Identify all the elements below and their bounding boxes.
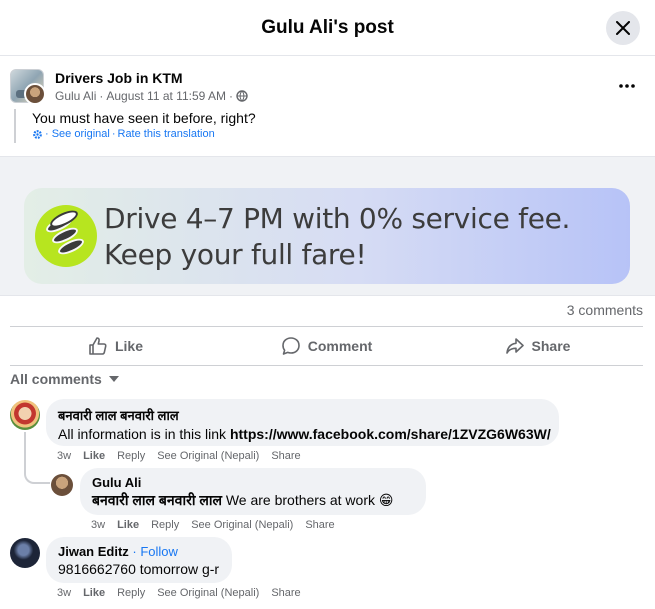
reply-reply-button[interactable]: Reply <box>151 519 179 531</box>
comment-bubble: Jiwan Editz · Follow 9816662760 tomorrow… <box>46 537 232 583</box>
post-media[interactable]: Drive 4–7 PM with 0% service fee. Keep y… <box>0 156 655 296</box>
like-button[interactable]: Like <box>10 327 221 365</box>
comment-bubble: बनवारी लाल बनवारी लाल All information is… <box>46 399 559 446</box>
comment-author[interactable]: बनवारी लाल बनवारी लाल <box>58 406 547 424</box>
share-icon <box>505 338 524 354</box>
commenter-avatar[interactable] <box>10 538 40 568</box>
comment-time[interactable]: 3w <box>57 587 71 599</box>
promo-headline: Drive 4–7 PM with 0% service fee. <box>104 202 571 235</box>
comment-text: All information is in this link https://… <box>58 425 551 444</box>
comment-reply-button[interactable]: Reply <box>117 450 145 462</box>
globe-icon <box>236 90 248 102</box>
reply-text: बनवारी लाल बनवारी लाल We are brothers at… <box>92 491 414 510</box>
close-icon <box>616 21 630 35</box>
see-original-link[interactable]: · See original <box>45 128 110 140</box>
comment-body: All information is in this link <box>58 426 230 442</box>
post-more-button[interactable] <box>615 74 639 98</box>
action-bar: Like Comment Share <box>10 326 643 366</box>
commenter-avatar[interactable] <box>10 400 40 430</box>
share-button[interactable]: Share <box>432 327 643 365</box>
comment-see-original-link[interactable]: See Original (Nepali) <box>157 587 259 599</box>
reply-actions: 3w Like Reply See Original (Nepali) Shar… <box>91 519 335 531</box>
reply-author[interactable]: Gulu Ali <box>92 475 414 490</box>
like-label: Like <box>114 338 143 354</box>
post-text: You must have seen it before, right? <box>32 110 256 126</box>
share-label: Share <box>531 338 571 354</box>
close-button[interactable] <box>606 11 640 45</box>
reply-time[interactable]: 3w <box>91 519 105 531</box>
caret-down-icon <box>108 376 119 382</box>
comment-time[interactable]: 3w <box>57 450 71 462</box>
meta-separator: · <box>229 89 233 103</box>
dialog-title: Gulu Ali's post <box>261 17 394 38</box>
promo-card: Drive 4–7 PM with 0% service fee. Keep y… <box>24 188 630 284</box>
comment-actions: 3w Like Reply See Original (Nepali) Shar… <box>57 450 301 462</box>
reply-share-button[interactable]: Share <box>305 519 334 531</box>
author-name[interactable]: Gulu Ali <box>55 89 96 103</box>
comment-filter-label: All comments <box>10 371 102 387</box>
comment-reply-button[interactable]: Reply <box>117 587 145 599</box>
thumbs-up-icon <box>89 337 107 355</box>
post-header: Drivers Job in KTM Gulu Ali · August 11 … <box>10 67 650 107</box>
comments-count[interactable]: 3 comments <box>567 302 643 318</box>
coins-icon <box>35 205 97 267</box>
reply-mention[interactable]: बनवारी लाल बनवारी लाल <box>92 492 222 508</box>
comment-actions: 3w Like Reply See Original (Nepali) Shar… <box>57 587 301 599</box>
comment-author[interactable]: Jiwan Editz <box>58 544 129 559</box>
more-icon <box>619 84 635 88</box>
comment-author-line: Jiwan Editz · Follow <box>58 544 220 559</box>
page-name[interactable]: Drivers Job in KTM <box>55 70 183 86</box>
post-body: You must have seen it before, right? · S… <box>14 109 634 143</box>
promo-subline: Keep your full fare! <box>104 238 367 271</box>
reply-body: We are brothers at work 😁 <box>221 492 394 508</box>
post-date[interactable]: August 11 at 11:59 AM <box>106 89 226 103</box>
comment-like-button[interactable]: Like <box>83 450 105 462</box>
gear-icon <box>33 129 42 139</box>
reply-see-original-link[interactable]: See Original (Nepali) <box>191 519 293 531</box>
comment-text: 9816662760 tomorrow g-r <box>58 561 220 577</box>
comment-link[interactable]: https://www.facebook.com/share/1ZVZG6W63… <box>230 426 551 442</box>
translation-bar: · See original · Rate this translation <box>32 128 634 140</box>
follow-button[interactable]: · Follow <box>132 544 178 559</box>
rate-translation-link[interactable]: Rate this translation <box>118 128 215 140</box>
reply-like-button[interactable]: Like <box>117 519 139 531</box>
post-meta: Gulu Ali · August 11 at 11:59 AM · <box>55 89 248 103</box>
comment-share-button[interactable]: Share <box>271 587 300 599</box>
reply-bubble: Gulu Ali बनवारी लाल बनवारी लाल We are br… <box>80 468 426 515</box>
comment-see-original-link[interactable]: See Original (Nepali) <box>157 450 259 462</box>
dialog-header: Gulu Ali's post <box>0 0 655 56</box>
comment-like-button[interactable]: Like <box>83 587 105 599</box>
reply-avatar[interactable] <box>51 474 73 496</box>
meta-separator: · <box>111 128 116 140</box>
comment-icon <box>281 337 300 355</box>
thread-line <box>24 432 50 484</box>
author-avatar[interactable] <box>24 83 46 105</box>
comment-filter-dropdown[interactable]: All comments <box>10 371 120 387</box>
comment-button[interactable]: Comment <box>221 327 432 365</box>
meta-separator: · <box>99 89 104 103</box>
comment-share-button[interactable]: Share <box>271 450 300 462</box>
comment-label: Comment <box>307 338 373 354</box>
